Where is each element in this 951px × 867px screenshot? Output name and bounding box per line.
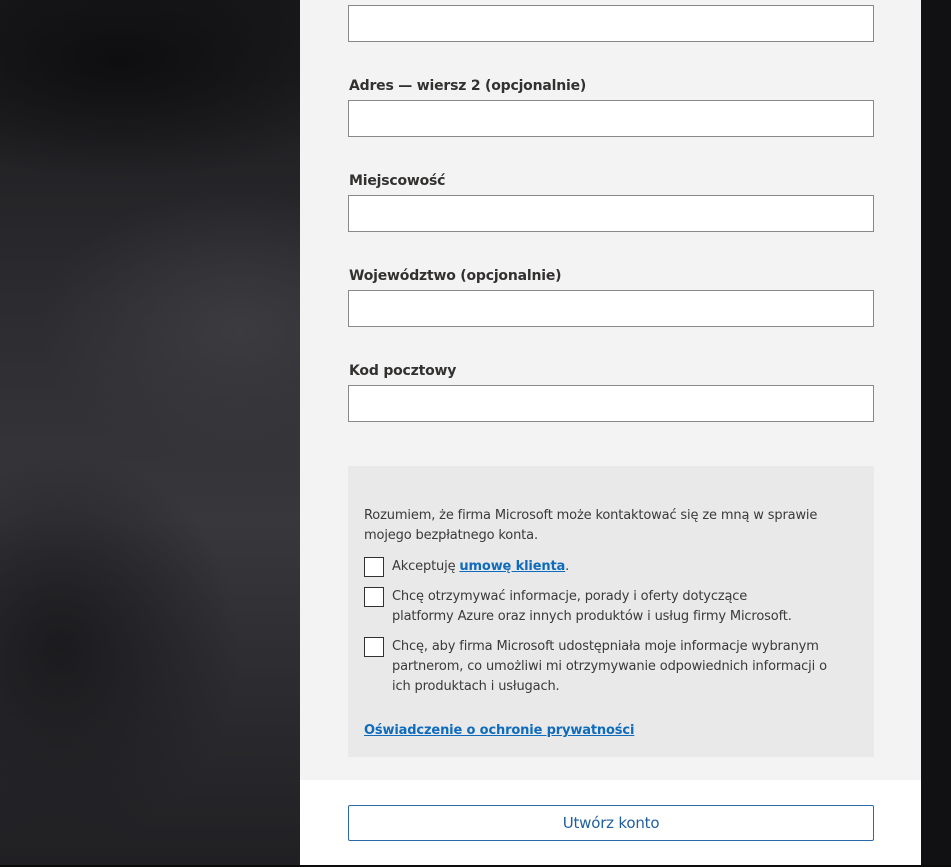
province-label: Województwo (opcjonalnie) bbox=[349, 268, 562, 284]
privacy-statement-link-wrapper: Oświadczenie o ochronie prywatności bbox=[364, 721, 634, 741]
accept-agreement-prefix: Akceptuję bbox=[392, 559, 460, 574]
accept-agreement-label: Akceptuję umowę klienta. bbox=[392, 557, 832, 577]
address-line-2-input[interactable] bbox=[348, 100, 874, 137]
customer-agreement-link[interactable]: umowę klienta bbox=[459, 559, 565, 574]
postal-code-label: Kod pocztowy bbox=[349, 363, 457, 379]
right-edge-background bbox=[921, 0, 951, 867]
city-input[interactable] bbox=[348, 195, 874, 232]
create-account-button[interactable]: Utwórz konto bbox=[348, 805, 874, 841]
marketing-consent-label: Chcę otrzymywać informacje, porady i ofe… bbox=[392, 589, 792, 624]
marketing-consent-checkbox[interactable] bbox=[364, 587, 384, 607]
accept-agreement-checkbox[interactable] bbox=[364, 557, 384, 577]
postal-code-input[interactable] bbox=[348, 385, 874, 422]
address-line-2-label: Adres — wiersz 2 (opcjonalnie) bbox=[349, 78, 587, 94]
city-label: Miejscowość bbox=[349, 173, 446, 189]
address-line-1-input[interactable] bbox=[348, 5, 874, 42]
province-input[interactable] bbox=[348, 290, 874, 327]
accept-agreement-suffix: . bbox=[565, 559, 570, 574]
partner-sharing-label: Chcę, aby firma Microsoft udostępniała m… bbox=[392, 639, 827, 694]
partner-sharing-checkbox[interactable] bbox=[364, 637, 384, 657]
consent-intro-text: Rozumiem, że firma Microsoft może kontak… bbox=[364, 508, 818, 543]
privacy-statement-link[interactable]: Oświadczenie o ochronie prywatności bbox=[364, 723, 634, 738]
